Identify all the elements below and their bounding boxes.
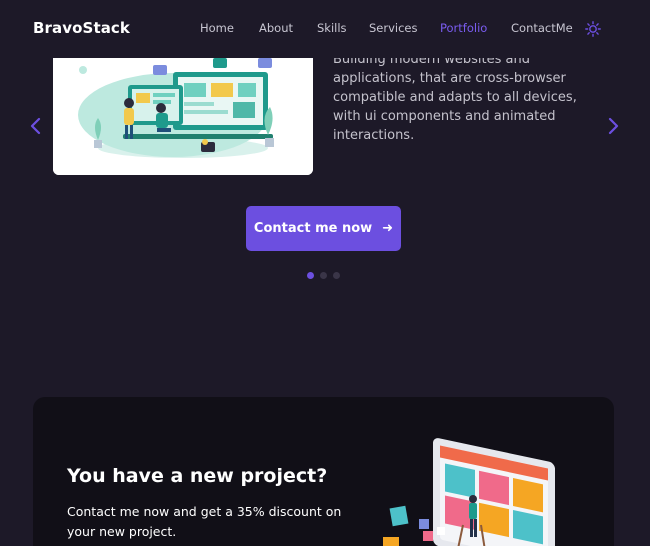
brand-logo[interactable]: BravoStack [33, 19, 130, 37]
carousel-dot-3[interactable] [333, 272, 340, 279]
contact-me-label: Contact me now [253, 221, 373, 236]
carousel-dots [307, 272, 340, 279]
theme-toggle-button[interactable] [585, 21, 601, 37]
slide-illustration [53, 40, 313, 175]
nav-services[interactable]: Services [369, 21, 418, 35]
contact-me-button[interactable]: Contact me now ➜ [246, 206, 401, 251]
chevron-left-icon [30, 117, 41, 135]
nav-about[interactable]: About [259, 21, 293, 35]
carousel-next-button[interactable] [604, 114, 622, 138]
nav-skills[interactable]: Skills [317, 21, 347, 35]
slide-description: Building modern websites and application… [333, 52, 577, 143]
nav-contactme[interactable]: ContactMe [511, 21, 573, 35]
navbar: BravoStack Home About Skills Services Po… [0, 0, 650, 58]
sun-icon [585, 21, 601, 37]
carousel-prev-button[interactable] [27, 114, 45, 138]
project-description: Contact me now and get a 35% discount on… [67, 504, 342, 539]
project-title: You have a new project? [67, 465, 328, 487]
nav-portfolio[interactable]: Portfolio [440, 21, 487, 35]
chevron-right-icon [608, 117, 619, 135]
carousel-dot-1[interactable] [307, 272, 314, 279]
project-illustration [383, 433, 563, 546]
carousel-dot-2[interactable] [320, 272, 327, 279]
new-project-card: You have a new project? Contact me now a… [33, 397, 614, 546]
nav-home[interactable]: Home [200, 21, 234, 35]
arrow-right-icon: ➜ [382, 221, 394, 236]
